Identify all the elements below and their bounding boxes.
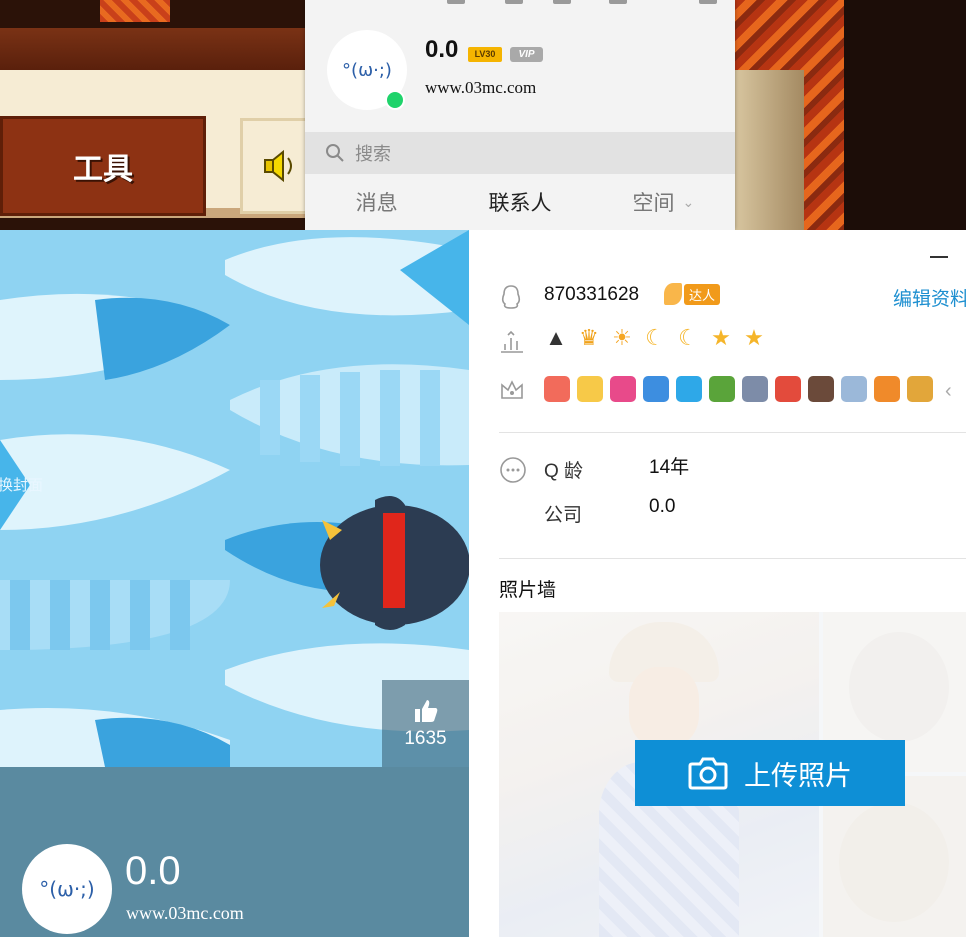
tools-button[interactable]: 工具 bbox=[0, 116, 206, 216]
chevron-down-icon: ⌄ bbox=[682, 193, 695, 210]
qq-age-label: Q 龄 bbox=[544, 461, 584, 482]
service-icon[interactable] bbox=[874, 376, 900, 402]
vip-badge[interactable]: VIP bbox=[510, 47, 543, 62]
main-tabs: 消息 联系人 空间 ⌄ bbox=[305, 174, 735, 230]
crown-level-icon[interactable]: ♛ bbox=[577, 326, 601, 350]
toolbar-icon[interactable] bbox=[505, 0, 523, 4]
chevron-left-icon[interactable]: ‹ bbox=[945, 380, 952, 403]
game-frame-inner bbox=[734, 70, 804, 230]
like-count: 1635 bbox=[404, 727, 447, 749]
photo-wall[interactable]: 上传照片 bbox=[499, 612, 966, 937]
profile-info-panel: 870331628 达人 编辑资料 ▲ ♛ ☀ ☾ ☾ ★ ★ ‹ Q 龄 14… bbox=[469, 230, 966, 937]
more-icon bbox=[500, 457, 526, 483]
level-icon bbox=[501, 330, 523, 353]
mail-icon[interactable] bbox=[841, 376, 867, 402]
avatar-emoticon: °(ω·;) bbox=[342, 59, 392, 81]
level-icons: ▲ ♛ ☀ ☾ ☾ ★ ★ bbox=[544, 326, 766, 350]
crown-icon bbox=[501, 380, 523, 399]
star-level-icon[interactable]: ★ bbox=[742, 326, 766, 350]
online-status-icon[interactable] bbox=[385, 90, 405, 110]
signature: www.03mc.com bbox=[126, 903, 244, 923]
service-icon[interactable] bbox=[610, 376, 636, 402]
sun-level-icon[interactable]: ☀ bbox=[610, 326, 634, 350]
sound-button[interactable] bbox=[240, 118, 308, 214]
tab-messages[interactable]: 消息 bbox=[305, 174, 448, 230]
moon-level-icon[interactable]: ☾ bbox=[643, 326, 667, 350]
upload-photo-button[interactable]: 上传照片 bbox=[635, 740, 905, 806]
close-icon[interactable] bbox=[699, 0, 717, 4]
avatar-emoticon: °(ω·;) bbox=[39, 877, 95, 901]
service-icon[interactable] bbox=[643, 376, 669, 402]
tab-label: 消息 bbox=[355, 192, 398, 215]
thumbs-up-icon bbox=[414, 699, 437, 722]
qq-age-value: 14年 bbox=[649, 457, 690, 478]
toolbar-icon[interactable] bbox=[609, 0, 627, 4]
qq-main-panel: °(ω·;) 0.0 LV30 VIP www.03mc.com 搜索 消息 联… bbox=[305, 0, 735, 230]
signature[interactable]: www.03mc.com bbox=[425, 78, 536, 98]
search-placeholder: 搜索 bbox=[355, 144, 391, 164]
panel-toolbar bbox=[305, 0, 735, 6]
divider bbox=[499, 558, 966, 559]
service-icon[interactable] bbox=[808, 376, 834, 402]
service-icon[interactable] bbox=[709, 376, 735, 402]
service-icon[interactable] bbox=[544, 376, 570, 402]
qq-number: 870331628 bbox=[544, 284, 640, 305]
minimize-button[interactable] bbox=[930, 256, 948, 258]
toolbar-icon[interactable] bbox=[447, 0, 465, 4]
edit-profile-link[interactable]: 编辑资料 bbox=[893, 284, 966, 311]
expert-badge[interactable]: 达人 bbox=[664, 280, 730, 308]
service-icon[interactable] bbox=[676, 376, 702, 402]
expert-wing-icon bbox=[664, 283, 682, 305]
level-badge[interactable]: LV30 bbox=[468, 47, 502, 62]
moon-level-icon[interactable]: ☾ bbox=[676, 326, 700, 350]
upload-label: 上传照片 bbox=[744, 760, 852, 791]
search-icon bbox=[326, 144, 344, 162]
expert-label: 达人 bbox=[684, 283, 721, 305]
like-button[interactable]: 1635 bbox=[382, 680, 469, 767]
service-icons bbox=[544, 376, 933, 402]
star-level-icon[interactable]: ★ bbox=[709, 326, 733, 350]
divider bbox=[499, 432, 966, 433]
company-label: 公司 bbox=[544, 505, 583, 526]
lava-decoration bbox=[100, 0, 170, 22]
star-service-icon[interactable] bbox=[577, 376, 603, 402]
tab-space[interactable]: 空间 ⌄ bbox=[592, 174, 735, 230]
nickname: 0.0 bbox=[125, 849, 181, 893]
service-icon[interactable] bbox=[775, 376, 801, 402]
tab-label: 空间 bbox=[632, 192, 675, 215]
penguin-level-icon[interactable]: ▲ bbox=[544, 326, 568, 350]
tab-contacts[interactable]: 联系人 bbox=[448, 174, 591, 230]
toolbar-icon[interactable] bbox=[553, 0, 571, 4]
tab-label: 联系人 bbox=[488, 192, 552, 215]
camera-icon bbox=[688, 757, 728, 790]
speaker-icon bbox=[264, 149, 292, 183]
game-dark-area bbox=[844, 0, 966, 230]
service-icon[interactable] bbox=[742, 376, 768, 402]
avatar[interactable]: °(ω·;) bbox=[22, 844, 112, 934]
change-cover-button[interactable]: 换封面 bbox=[0, 474, 43, 495]
company-value: 0.0 bbox=[649, 496, 676, 517]
penguin-icon bbox=[501, 285, 521, 309]
search-input[interactable]: 搜索 bbox=[305, 132, 735, 174]
photo-wall-title: 照片墙 bbox=[499, 580, 557, 601]
nickname: 0.0 bbox=[425, 36, 459, 63]
penguin-service-icon[interactable] bbox=[907, 376, 933, 402]
game-top-band bbox=[0, 28, 310, 70]
profile-user-strip: °(ω·;) 0.0 www.03mc.com bbox=[0, 767, 469, 937]
tools-label: 工具 bbox=[73, 153, 133, 186]
